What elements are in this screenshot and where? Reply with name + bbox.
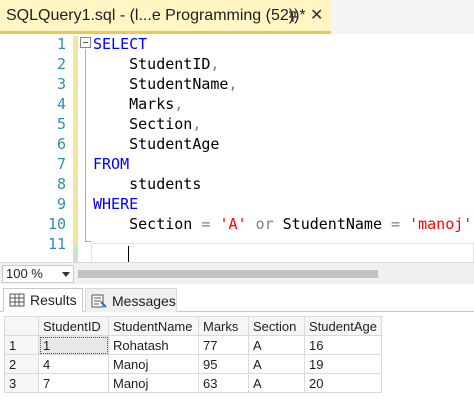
row-number[interactable]: 2 bbox=[4, 354, 39, 374]
code-line[interactable]: Section = 'A' or StudentName = 'manoj' bbox=[93, 214, 472, 234]
saved-change-bar bbox=[73, 246, 78, 262]
cell-section[interactable]: A bbox=[248, 354, 305, 374]
column-header-section[interactable]: Section bbox=[248, 316, 305, 336]
cell-studentid[interactable]: 7 bbox=[38, 373, 109, 393]
sql-operator: or bbox=[255, 215, 274, 233]
cell-marks[interactable]: 77 bbox=[198, 335, 249, 355]
line-number: 8 bbox=[56, 175, 66, 193]
sql-string: 'A' bbox=[219, 215, 247, 233]
cell-marks[interactable]: 63 bbox=[198, 373, 249, 393]
sql-text: Marks bbox=[93, 95, 175, 113]
code-line[interactable]: StudentAge bbox=[93, 134, 219, 154]
table-row[interactable]: 2 4 Manoj 95 A 19 bbox=[4, 354, 382, 374]
sql-text: StudentAge bbox=[93, 135, 220, 153]
cell-studentage[interactable]: 16 bbox=[304, 335, 382, 355]
change-tracking-bar bbox=[73, 36, 78, 246]
outline-guide-end bbox=[85, 241, 91, 242]
code-line[interactable]: FROM bbox=[93, 154, 129, 174]
line-number-gutter: 1 2 3 4 5 6 7 8 9 10 11 bbox=[0, 34, 68, 262]
scrollbar-thumb[interactable] bbox=[78, 270, 378, 278]
line-number: 2 bbox=[56, 55, 66, 73]
cell-studentage[interactable]: 19 bbox=[304, 354, 382, 374]
code-line[interactable]: students bbox=[93, 174, 201, 194]
grid-header-row: StudentID StudentName Marks Section Stud… bbox=[4, 316, 382, 336]
code-line[interactable]: Marks, bbox=[93, 94, 183, 114]
code-line[interactable]: WHERE bbox=[93, 194, 138, 214]
sql-text: Section bbox=[93, 215, 202, 233]
zoom-value: 100 % bbox=[6, 266, 43, 281]
tab-messages-label: Messages bbox=[112, 292, 176, 309]
pin-icon[interactable] bbox=[286, 9, 300, 23]
row-number[interactable]: 3 bbox=[4, 373, 39, 393]
zoom-dropdown[interactable]: 100 % bbox=[2, 265, 74, 283]
code-line[interactable]: StudentID, bbox=[93, 54, 219, 74]
sql-text: StudentName bbox=[273, 215, 392, 233]
code-line[interactable]: StudentName, bbox=[93, 74, 238, 94]
tab-results-label: Results bbox=[30, 292, 77, 308]
column-header-studentname[interactable]: StudentName bbox=[108, 316, 199, 336]
column-header-studentage[interactable]: StudentAge bbox=[304, 316, 382, 336]
tab-results[interactable]: Results bbox=[3, 288, 83, 312]
column-header-marks[interactable]: Marks bbox=[198, 316, 249, 336]
sql-text: students bbox=[93, 175, 202, 193]
results-grid[interactable]: StudentID StudentName Marks Section Stud… bbox=[4, 316, 382, 393]
code-line[interactable]: SELECT bbox=[93, 34, 147, 54]
document-tab-bar: SQLQuery1.sql - (l...e Programming (52))… bbox=[0, 0, 474, 34]
results-grid-area: StudentID StudentName Marks Section Stud… bbox=[0, 312, 474, 404]
line-number: 4 bbox=[56, 95, 66, 113]
sql-text: StudentName bbox=[93, 75, 229, 93]
sql-operator: , bbox=[174, 95, 184, 113]
chevron-down-icon bbox=[62, 272, 70, 277]
table-row[interactable]: 3 7 Manoj 63 A 20 bbox=[4, 373, 382, 393]
query-editor[interactable]: 1 2 3 4 5 6 7 8 9 10 11 SELECT StudentID, StudentN… bbox=[0, 34, 474, 264]
cell-studentname[interactable]: Manoj bbox=[108, 354, 199, 374]
cell-studentname[interactable]: Manoj bbox=[108, 373, 199, 393]
cell-studentid[interactable]: 4 bbox=[38, 354, 109, 374]
line-number: 10 bbox=[47, 215, 66, 233]
column-header-studentid[interactable]: StudentID bbox=[38, 316, 109, 336]
row-number[interactable]: 1 bbox=[4, 335, 39, 355]
line-number: 5 bbox=[56, 115, 66, 133]
line-number: 11 bbox=[47, 235, 66, 253]
sql-keyword: FROM bbox=[93, 155, 130, 173]
code-line[interactable]: Section, bbox=[93, 114, 201, 134]
tab-messages[interactable]: Messages bbox=[85, 288, 177, 312]
sql-operator: = bbox=[391, 215, 401, 233]
outline-guide bbox=[85, 49, 86, 242]
cell-marks[interactable]: 95 bbox=[198, 354, 249, 374]
line-number: 3 bbox=[56, 75, 66, 93]
cell-studentname[interactable]: Rohatash bbox=[108, 335, 199, 355]
horizontal-scrollbar[interactable] bbox=[78, 267, 474, 281]
cell-studentid[interactable]: 1 bbox=[38, 335, 109, 355]
line-number: 9 bbox=[56, 195, 66, 213]
results-tab-bar: Results Messages bbox=[0, 284, 474, 312]
grid-icon bbox=[9, 293, 25, 307]
close-icon[interactable]: ✕ bbox=[310, 6, 323, 26]
tab-title: SQLQuery1.sql - (l...e Programming (52))… bbox=[6, 7, 306, 24]
sql-keyword: WHERE bbox=[93, 195, 139, 213]
sql-text: Section bbox=[93, 115, 193, 133]
row-header-corner[interactable] bbox=[4, 316, 39, 336]
editor-status-bar: 100 % bbox=[0, 262, 474, 284]
line-number: 1 bbox=[56, 35, 66, 53]
collapse-toggle-icon[interactable] bbox=[80, 37, 91, 48]
tab-sqlquery1[interactable]: SQLQuery1.sql - (l...e Programming (52))… bbox=[0, 0, 331, 34]
table-row[interactable]: 1 1 Rohatash 77 A 16 bbox=[4, 335, 382, 355]
cell-section[interactable]: A bbox=[248, 335, 305, 355]
line-number: 6 bbox=[56, 135, 66, 153]
sql-string: 'manoj' bbox=[409, 215, 473, 233]
text-caret bbox=[128, 246, 129, 262]
cell-section[interactable]: A bbox=[248, 373, 305, 393]
sql-operator: , bbox=[210, 55, 220, 73]
sql-keyword: SELECT bbox=[93, 35, 148, 53]
line-number: 7 bbox=[56, 155, 66, 173]
messages-icon bbox=[91, 294, 107, 308]
sql-operator: , bbox=[192, 115, 202, 133]
sql-operator: , bbox=[228, 75, 238, 93]
sql-text: StudentID bbox=[93, 55, 211, 73]
current-line-highlight bbox=[91, 243, 474, 264]
cell-studentage[interactable]: 20 bbox=[304, 373, 382, 393]
